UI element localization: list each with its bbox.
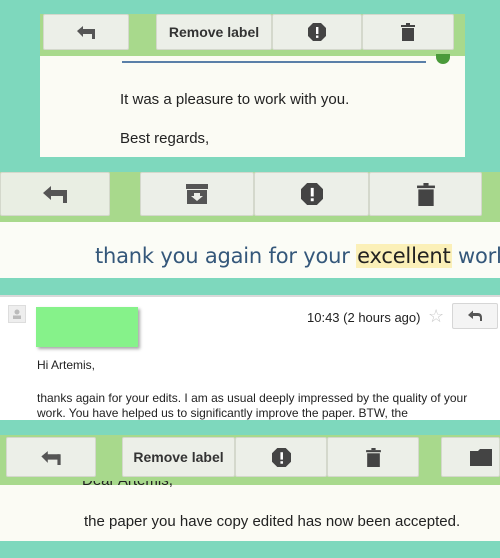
link-underline: [122, 61, 426, 63]
remove-label-text: Remove label: [133, 449, 224, 465]
divider: [0, 295, 500, 297]
archive-icon: [186, 184, 208, 204]
email-line: the paper you have copy edited has now b…: [84, 513, 461, 530]
move-to-folder-button[interactable]: [441, 437, 500, 477]
email-body-text: thanks again for your edits. I am as usu…: [37, 391, 468, 420]
report-spam-icon: [308, 23, 326, 41]
back-arrow-icon: [43, 186, 67, 203]
star-icon[interactable]: ☆: [428, 306, 444, 327]
email-line: Best regards,: [120, 130, 210, 147]
report-spam-icon: [271, 447, 291, 467]
report-spam-button[interactable]: [272, 14, 362, 50]
archive-button[interactable]: [140, 172, 254, 216]
delete-button[interactable]: [327, 437, 419, 477]
report-spam-icon: [300, 183, 323, 205]
email-greeting: Dear Artemis,: [82, 481, 173, 489]
sentence-end: work.: [458, 244, 500, 268]
back-button[interactable]: [6, 437, 96, 477]
back-arrow-icon: [41, 450, 61, 465]
email-body: Dear Artemis, the paper you have copy ed…: [0, 481, 500, 541]
email-panel-1: Remove label It was a pleasure to work w…: [40, 14, 465, 157]
back-button[interactable]: [43, 14, 129, 50]
timestamp: 10:43 (2 hours ago): [307, 310, 421, 325]
highlighted-word: excellent: [356, 244, 452, 268]
trash-icon: [401, 23, 415, 41]
delete-button[interactable]: [362, 14, 454, 50]
email-line: It was a pleasure to work with you.: [120, 91, 350, 108]
trash-icon: [365, 447, 381, 467]
redacted-sender: [36, 307, 138, 347]
email-panel-2: thank you again for your excellent work.: [0, 172, 500, 278]
back-arrow-icon: [77, 26, 95, 39]
remove-label-text: Remove label: [168, 24, 260, 40]
person-icon: [13, 309, 21, 319]
reply-arrow-icon: [468, 310, 482, 321]
delete-button[interactable]: [369, 172, 482, 216]
email-greeting: Hi Artemis,: [37, 358, 96, 372]
trash-icon: [416, 182, 435, 206]
email-panel-4: Remove label Dear Artemis, the paper you…: [0, 435, 500, 541]
remove-label-button[interactable]: Remove label: [156, 14, 272, 50]
folder-icon: [470, 448, 492, 466]
highlighted-sentence: thank you again for your excellent work.: [95, 244, 500, 268]
email-panel-3: 10:43 (2 hours ago) ☆ Hi Artemis, thanks…: [0, 295, 500, 420]
avatar: [8, 305, 26, 323]
remove-label-button[interactable]: Remove label: [122, 437, 235, 477]
reply-button[interactable]: [452, 303, 498, 329]
back-button[interactable]: [0, 172, 110, 216]
sentence-start: thank you again for your: [95, 244, 357, 268]
report-spam-button[interactable]: [235, 437, 327, 477]
report-spam-button[interactable]: [254, 172, 369, 216]
